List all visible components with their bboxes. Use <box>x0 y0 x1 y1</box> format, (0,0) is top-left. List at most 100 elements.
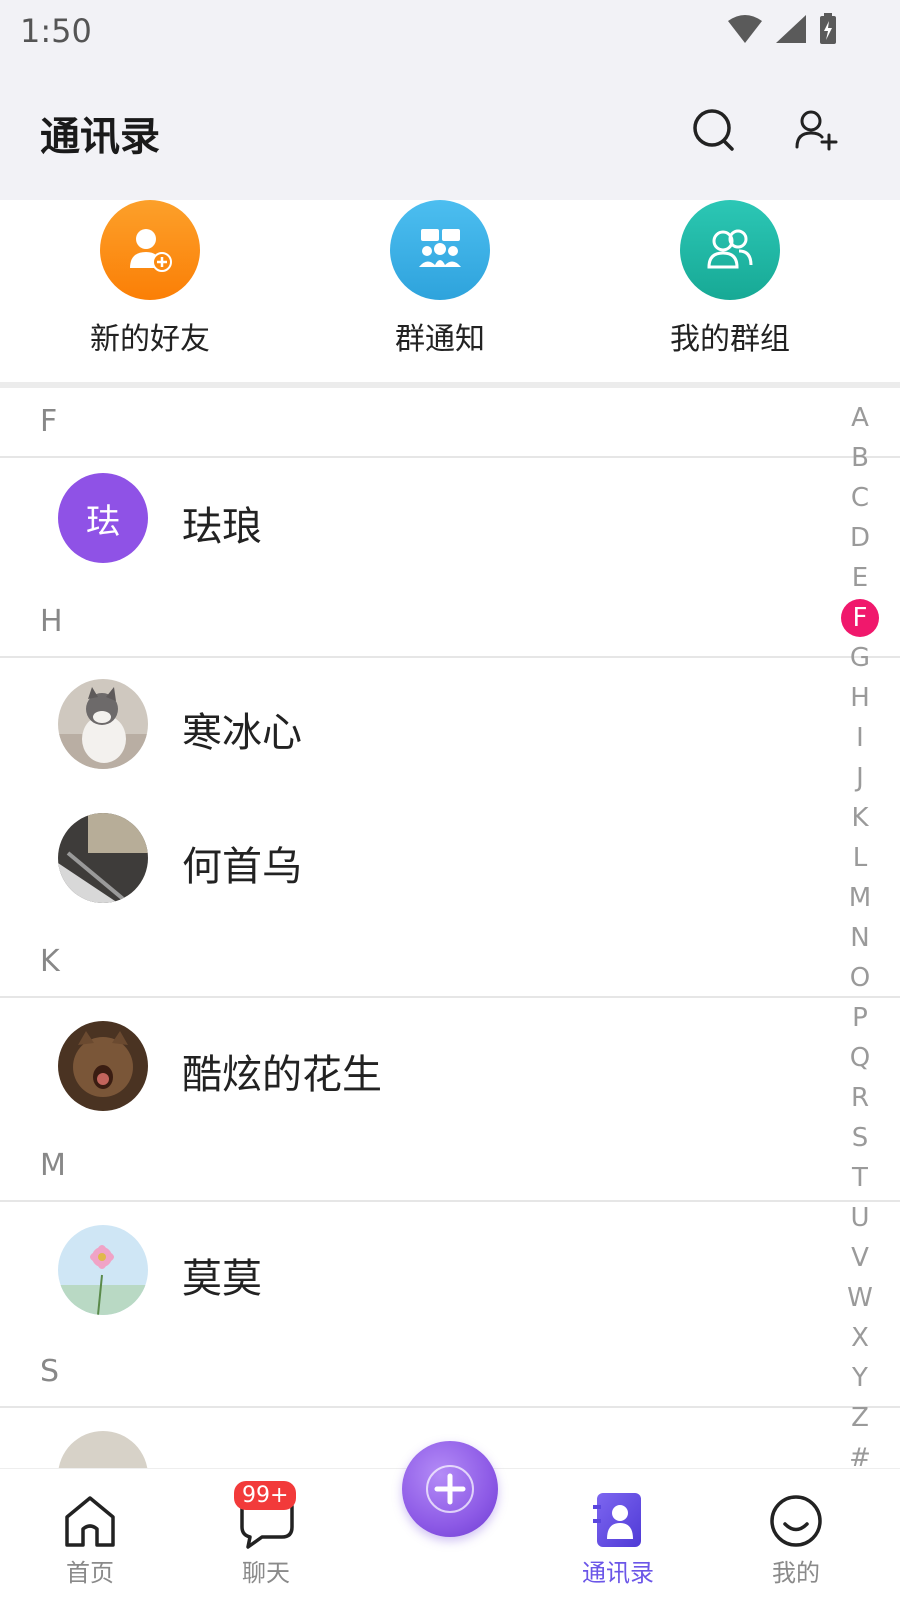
tab-icon <box>20 1469 160 1549</box>
flower-photo-icon <box>58 1225 148 1315</box>
index-letter-text: G <box>849 643 871 673</box>
tab-me[interactable]: 我的 <box>726 1469 866 1600</box>
section-letter: H <box>40 604 63 639</box>
status-time: 1:50 <box>20 12 92 50</box>
shortcut-circle <box>390 200 490 300</box>
index-letter[interactable]: B <box>838 438 882 478</box>
index-letter[interactable]: R <box>838 1078 882 1118</box>
index-letter-text: C <box>850 483 870 513</box>
index-letter[interactable]: L <box>838 838 882 878</box>
index-letter[interactable]: A <box>838 398 882 438</box>
compose-button[interactable] <box>402 1441 498 1537</box>
index-letter[interactable]: Z <box>838 1398 882 1438</box>
index-letter[interactable]: M <box>838 878 882 918</box>
shortcut-circle <box>100 200 200 300</box>
index-letter[interactable]: S <box>838 1118 882 1158</box>
contact-name: 珐琅 <box>182 504 262 550</box>
contact-name: 寒冰心 <box>182 710 302 756</box>
section-header: H <box>0 588 900 658</box>
status-bar: 1:50 <box>0 0 900 62</box>
tab-bar: 首页 99+ 聊天 通讯录 我的 <box>0 1441 900 1600</box>
section-header: K <box>0 928 900 998</box>
tab-contacts[interactable]: 通讯录 <box>548 1469 688 1600</box>
index-letter-text: X <box>851 1323 869 1353</box>
index-letter-text: K <box>851 803 869 833</box>
status-icons <box>726 12 838 46</box>
index-letter[interactable]: T <box>838 1158 882 1198</box>
index-letter-text: O <box>849 963 871 993</box>
alphabet-index[interactable]: A B C D E F G H I J K L M N O P Q R S T U V W X Y Z # <box>838 398 882 1478</box>
tab-chat[interactable]: 99+ 聊天 <box>196 1469 336 1600</box>
tab-icon <box>726 1469 866 1549</box>
index-letter[interactable]: D <box>838 518 882 558</box>
search-button[interactable] <box>684 100 744 160</box>
index-letter-text: S <box>851 1123 869 1153</box>
shortcut-group-notice[interactable]: 群通知 <box>340 200 540 384</box>
contact-name: 何首乌 <box>182 844 302 890</box>
index-letter[interactable]: H <box>838 678 882 718</box>
avatar-text: 珐 <box>86 501 120 542</box>
wifi-icon <box>728 15 762 43</box>
index-letter-text: Z <box>851 1403 869 1433</box>
index-letter[interactable]: Q <box>838 1038 882 1078</box>
contact-name: 酷炫的花生 <box>182 1052 382 1098</box>
contact-row[interactable]: 莫莫 <box>0 1202 900 1338</box>
avatar <box>58 679 148 769</box>
contact-row[interactable]: 何首乌 <box>0 790 900 926</box>
tab-label: 聊天 <box>242 1559 290 1587</box>
index-letter-text: V <box>851 1243 869 1273</box>
cat-photo-icon <box>58 679 148 769</box>
index-letter-text: R <box>850 1083 870 1113</box>
shortcut-new-friends[interactable]: 新的好友 <box>50 200 250 384</box>
index-letter[interactable]: C <box>838 478 882 518</box>
avatar <box>58 1431 148 1468</box>
battery-icon <box>820 13 836 44</box>
avatar <box>58 813 148 903</box>
group-notice-icon <box>419 229 461 267</box>
index-letter[interactable]: G <box>838 638 882 678</box>
my-groups-icon <box>707 229 753 269</box>
tab-label: 我的 <box>772 1559 820 1587</box>
index-letter-text: T <box>852 1163 868 1193</box>
section-header: S <box>0 1338 900 1408</box>
index-letter-text: A <box>851 403 869 433</box>
home-icon <box>65 1496 115 1547</box>
shortcut-label: 我的群组 <box>670 322 790 357</box>
index-letter[interactable]: J <box>838 758 882 798</box>
index-letter[interactable]: K <box>838 798 882 838</box>
index-letter[interactable]: O <box>838 958 882 998</box>
index-letter[interactable]: N <box>838 918 882 958</box>
index-letter[interactable]: F <box>838 598 882 638</box>
index-letter-text: I <box>856 723 864 753</box>
index-letter-text: H <box>850 683 870 713</box>
contact-name: 莫莫 <box>182 1256 262 1302</box>
index-letter-text: F <box>841 599 879 637</box>
index-letter[interactable]: E <box>838 558 882 598</box>
contact-row[interactable]: 寒冰心 <box>0 656 900 792</box>
section-letter: M <box>40 1148 66 1183</box>
index-letter[interactable]: W <box>838 1278 882 1318</box>
index-letter-text: D <box>849 523 871 553</box>
section-letter: F <box>40 404 58 439</box>
contact-row[interactable]: 酷炫的花生 <box>0 998 900 1134</box>
tab-home[interactable]: 首页 <box>20 1469 160 1600</box>
add-contact-button[interactable] <box>786 100 846 160</box>
shortcut-my-groups[interactable]: 我的群组 <box>630 200 830 384</box>
avatar <box>58 1225 148 1315</box>
section-header: M <box>0 1132 900 1202</box>
header: 通讯录 <box>0 62 900 200</box>
index-letter[interactable]: I <box>838 718 882 758</box>
index-letter[interactable]: V <box>838 1238 882 1278</box>
contact-row[interactable]: 珐 珐琅 <box>0 450 900 586</box>
index-letter[interactable]: P <box>838 998 882 1038</box>
shortcut-label: 群通知 <box>395 322 485 357</box>
add-user-icon <box>795 110 838 151</box>
index-letter-text: W <box>847 1283 873 1313</box>
yawning-cat-photo-icon <box>58 1021 148 1111</box>
index-letter[interactable]: Y <box>838 1358 882 1398</box>
contact-list[interactable]: F 珐 珐琅 H 寒冰心 何首乌 K 酷炫的花生 M 莫莫 S <box>0 388 900 1468</box>
index-letter[interactable]: X <box>838 1318 882 1358</box>
shortcut-label: 新的好友 <box>90 322 210 357</box>
index-letter[interactable]: U <box>838 1198 882 1238</box>
contacts-icon <box>593 1493 641 1547</box>
